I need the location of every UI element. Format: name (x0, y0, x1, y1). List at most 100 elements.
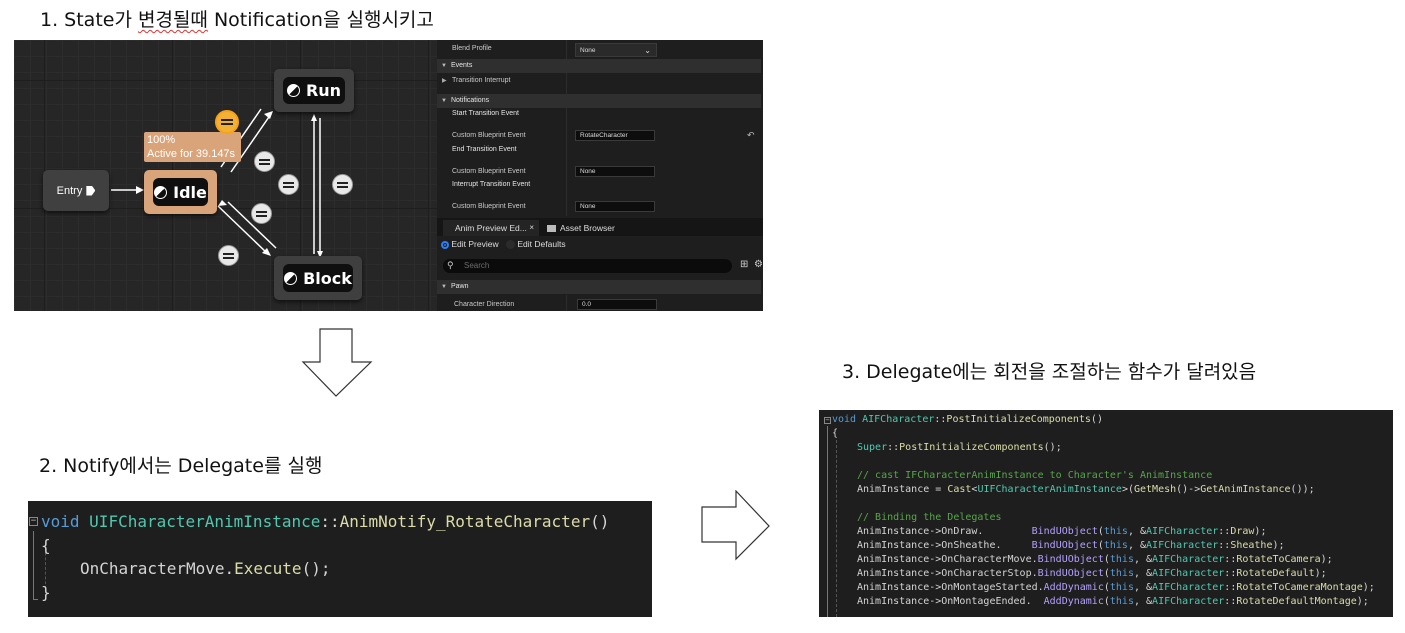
state-machine-graph[interactable]: Entry Idle Run Block 100% Active for 39.… (14, 40, 437, 311)
function-token: GetMesh (1133, 484, 1177, 495)
radio-edit-defaults-label: Edit Defaults (517, 239, 566, 249)
function-token: RotateToCamera (1236, 554, 1321, 565)
collapse-arrow-icon: ▼ (441, 98, 447, 104)
punct-token: , & (1133, 554, 1153, 565)
keyword-token: this (1109, 568, 1134, 579)
function-token: PostInitializeComponents (946, 414, 1091, 425)
transition-rule-icon-selected[interactable] (215, 110, 239, 134)
grid-view-icon[interactable]: ⊞ (740, 259, 748, 270)
macro-token: AddDynamic (1043, 596, 1104, 607)
collapse-arrow-icon: ▼ (441, 284, 447, 290)
scope-token: :: (1224, 554, 1237, 565)
code-line: AnimInstance->OnCharacterMove.BindUObjec… (857, 553, 1393, 567)
notifications-header-label: Notifications (450, 97, 490, 104)
tooltip-active-time: Active for 39.147s (147, 148, 236, 160)
code-line: AnimInstance = Cast<UIFCharacterAnimInst… (857, 483, 1393, 497)
radio-edit-defaults[interactable]: Edit Defaults (506, 239, 566, 250)
punct-token: ()-> (1176, 484, 1201, 495)
function-token: PostInitializeComponents (899, 442, 1044, 453)
tab-asset-browser[interactable]: Asset Browser (547, 220, 615, 236)
transition-rule-icon[interactable] (218, 245, 239, 266)
radio-edit-preview[interactable]: Edit Preview (441, 239, 499, 249)
keyword-token: this (1109, 582, 1134, 593)
expand-arrow-icon: ▶ (442, 78, 447, 84)
fold-minus-icon[interactable]: − (29, 517, 38, 526)
class-token: AIFCharacter (1146, 540, 1219, 551)
end-transition-event-value: None (580, 168, 596, 175)
transition-rule-icon[interactable] (254, 151, 275, 172)
tab-anim-preview-label: Anim Preview Ed... (455, 223, 527, 233)
fold-minus-icon[interactable]: − (824, 417, 831, 424)
code-comment: // Binding the Delegates (857, 512, 1002, 523)
details-panel: Blend Profile None ⌄ ▼ Events ▶ Transitio… (437, 40, 763, 311)
function-token: RotateDefault (1236, 568, 1315, 579)
transition-rule-icon[interactable] (251, 203, 272, 224)
start-transition-event-heading: Start Transition Event (452, 110, 519, 117)
tab-anim-preview-editor[interactable]: Anim Preview Ed... × (443, 220, 539, 236)
start-transition-event-input[interactable]: RotateCharacter (575, 130, 655, 141)
punct-token: ); (1362, 582, 1375, 593)
down-arrow-icon (301, 328, 373, 397)
code-block-animnotify: − void UIFCharacterAnimInstance::AnimNot… (28, 501, 652, 617)
object-token: AnimInstance->OnDraw. (857, 526, 1032, 537)
macro-token: BindUObject (1031, 540, 1098, 551)
pawn-header-label: Pawn (450, 283, 469, 290)
punct-token: , & (1133, 582, 1153, 593)
search-input[interactable]: ⚲ Search (443, 259, 732, 273)
code-line: OnCharacterMove.Execute(); (80, 557, 652, 580)
state-node-run[interactable]: Run (274, 69, 354, 112)
punct-token: , & (1127, 526, 1147, 537)
scope-token: :: (1224, 568, 1237, 579)
pawn-section-header[interactable]: ▼ Pawn (437, 280, 761, 294)
punct-token: (); (1043, 442, 1062, 453)
punct-token: ); (1320, 554, 1333, 565)
settings-gear-icon[interactable]: ⚙ (754, 259, 763, 270)
function-token: RotateDefaultMontage (1236, 596, 1357, 607)
interrupt-transition-event-value: None (580, 203, 596, 210)
reset-arrow-icon[interactable]: ↶ (747, 130, 755, 141)
keyword-token: void (832, 414, 857, 425)
code-line: AnimInstance->OnCharacterStop.BindUObjec… (857, 567, 1393, 581)
close-icon[interactable]: × (529, 220, 534, 236)
keyword-token: this (1109, 596, 1134, 607)
caption-step1: 1. State가 변경될때 Notification을 실행시키고 (40, 5, 434, 32)
chevron-down-icon: ⌄ (644, 46, 651, 55)
state-node-run-label: Run (305, 81, 342, 100)
folder-icon (547, 225, 556, 233)
notifications-section-header[interactable]: ▼ Notifications (437, 94, 761, 108)
brace-token: { (41, 536, 51, 555)
end-transition-event-input[interactable]: None (575, 166, 655, 177)
tab-asset-browser-label: Asset Browser (560, 223, 615, 233)
caption-step2: 2. Notify에서는 Delegate를 실행 (39, 455, 323, 477)
state-node-idle[interactable]: Idle (144, 170, 217, 214)
interrupt-transition-event-input[interactable]: None (575, 201, 655, 212)
object-token: AnimInstance->OnSheathe. (857, 540, 1032, 551)
entry-label: Entry (56, 184, 83, 197)
macro-token: BindUObject (1037, 568, 1104, 579)
character-direction-input[interactable]: 0.0 (577, 299, 657, 310)
punct-token: ); (1272, 540, 1285, 551)
function-token: Execute (234, 559, 302, 578)
keyword-token: void (41, 512, 80, 531)
indent-guide (836, 440, 837, 617)
code-line: { (41, 534, 652, 557)
state-icon (286, 84, 300, 97)
transition-rule-icon[interactable] (278, 174, 299, 195)
scope-token: :: (1224, 596, 1237, 607)
brace-token: } (41, 583, 51, 602)
keyword-token: this (1103, 540, 1128, 551)
code-line: AnimInstance->OnSheathe. BindUObject(thi… (857, 539, 1393, 553)
transition-rule-icon[interactable] (332, 174, 353, 195)
blend-profile-dropdown[interactable]: None ⌄ (575, 43, 657, 57)
caption-step1-underlined: 변경될때 (137, 9, 208, 31)
fold-guide-end (33, 599, 38, 600)
entry-node[interactable]: Entry (43, 170, 109, 211)
blend-profile-value: None (580, 47, 596, 54)
punct-token: () (1090, 414, 1103, 425)
events-section-header[interactable]: ▼ Events (437, 59, 761, 73)
interrupt-transition-event-heading: Interrupt Transition Event (452, 181, 531, 188)
radio-edit-preview-label: Edit Preview (451, 239, 499, 249)
code-line: AnimInstance->OnMontageEnded. AddDynamic… (857, 595, 1393, 609)
keyword-token: this (1103, 526, 1128, 537)
state-node-block[interactable]: Block (274, 256, 362, 300)
